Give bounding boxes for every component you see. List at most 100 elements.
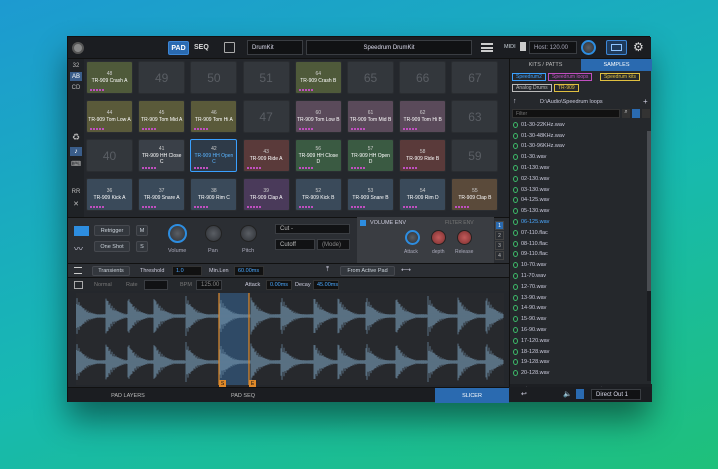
monitor-icon[interactable] xyxy=(606,40,627,55)
attack-field[interactable]: 0.00ms xyxy=(266,280,292,290)
pad-43[interactable]: 43 TR-909 Ride A xyxy=(242,139,290,172)
pad-48[interactable]: 48 TR-909 Crash A xyxy=(86,61,133,94)
min-length-field[interactable]: 60.00ms xyxy=(234,266,264,276)
one-shot-button[interactable]: One Shot xyxy=(94,241,130,252)
file-item[interactable]: 17-120.wav xyxy=(513,337,549,345)
pad-63[interactable]: 63 xyxy=(451,100,499,133)
pad-42[interactable]: 42 TR-909 HH Open C xyxy=(190,139,238,172)
pad-61[interactable]: 61 TR-909 Tom Mid B xyxy=(347,100,394,133)
pad-67[interactable]: 67 xyxy=(451,61,499,94)
volume-env-tab[interactable]: VOLUME ENV xyxy=(370,220,406,226)
preview-button[interactable] xyxy=(576,389,584,399)
favorite-chip[interactable]: Analog Drums xyxy=(512,84,552,92)
env-attack-knob[interactable] xyxy=(405,230,420,245)
kit-name-field[interactable]: DrumKit xyxy=(247,40,303,55)
pad-53[interactable]: 53 TR-909 Snare B xyxy=(347,178,394,211)
pad-color-swatch[interactable] xyxy=(74,226,89,236)
file-item[interactable]: 01-30-22KHz.wav xyxy=(513,121,565,129)
from-active-pad-button[interactable]: From Active Pad xyxy=(340,266,395,276)
file-item[interactable]: 09-110.flac xyxy=(513,251,548,259)
expand-icon[interactable]: ⟷ xyxy=(401,266,411,274)
pad-mode-button[interactable]: PAD xyxy=(168,41,189,55)
tab-samples[interactable]: SAMPLES xyxy=(581,59,652,71)
normal-mode[interactable]: Normal xyxy=(94,282,112,288)
loop-icon[interactable]: ♻ xyxy=(70,132,82,142)
mute-icon[interactable]: ✕ xyxy=(70,199,82,208)
pad-45[interactable]: 45 TR-909 Tom Mid A xyxy=(138,100,186,133)
file-item[interactable]: 02-130.wav xyxy=(513,175,549,183)
pad-56[interactable]: 56 TR-909 HH Close D xyxy=(294,139,342,172)
tab-kits-patterns[interactable]: KITS / PATTS xyxy=(510,59,581,71)
filter-type-select[interactable]: Cut - xyxy=(275,224,350,234)
filter-env-tab[interactable]: FILTER ENV xyxy=(445,220,474,226)
bank-32[interactable]: 32 xyxy=(70,61,82,70)
file-item[interactable]: 11-70.wav xyxy=(513,272,546,280)
file-item[interactable]: 06-125.wav xyxy=(513,218,549,226)
output-select[interactable]: Direct Out 1 xyxy=(591,389,641,400)
favorite-chip[interactable]: Speedrum loops xyxy=(548,73,593,81)
waveform-display[interactable] xyxy=(76,293,504,385)
pad-39[interactable]: 39 TR-909 Clap A xyxy=(242,178,290,211)
file-item[interactable]: 07-110.flac xyxy=(513,229,548,237)
slice-end-marker[interactable]: E xyxy=(249,380,256,387)
file-item[interactable]: 16-90.wav xyxy=(513,326,546,334)
retrigger-button[interactable]: Retrigger xyxy=(94,225,130,236)
favorite-chip[interactable]: TR-909 xyxy=(554,84,579,92)
pad-47[interactable]: 47 xyxy=(242,100,290,133)
bank-ab[interactable]: AB xyxy=(70,72,82,81)
env-depth-knob[interactable] xyxy=(431,230,446,245)
filter-mode-field[interactable]: (Mode) xyxy=(317,239,350,250)
round-robin-label[interactable]: RR xyxy=(70,187,82,196)
pad-37[interactable]: 37 TR-909 Snare A xyxy=(138,178,186,211)
file-list-scrollbar[interactable] xyxy=(647,131,651,381)
layer-2-button[interactable]: 2 xyxy=(495,231,504,240)
slice-start-marker[interactable]: S xyxy=(219,380,226,387)
pad-58[interactable]: 58 TR-909 Ride B xyxy=(399,139,447,172)
pad-38[interactable]: 38 TR-909 Rim C xyxy=(190,178,238,211)
pad-49[interactable]: 49 xyxy=(138,61,186,94)
transients-button[interactable]: Transients xyxy=(92,266,130,276)
pad-66[interactable]: 66 xyxy=(399,61,447,94)
master-volume-knob[interactable] xyxy=(581,40,596,55)
search-icon[interactable]: ⌕ xyxy=(622,109,630,118)
bpm-field[interactable]: 125.00 xyxy=(196,280,222,290)
mute-button[interactable]: M xyxy=(136,225,148,236)
file-item[interactable]: 10-70.wav xyxy=(513,261,546,269)
pad-40[interactable]: 40 xyxy=(86,139,133,172)
bank-cd[interactable]: CD xyxy=(70,83,82,92)
scrollbar-thumb[interactable] xyxy=(647,131,651,291)
file-item[interactable]: 03-130.wav xyxy=(513,186,549,194)
file-item[interactable]: 15-90.wav xyxy=(513,315,546,323)
pad-59[interactable]: 59 xyxy=(451,139,499,172)
file-item[interactable]: 01-30-96KHz.wav xyxy=(513,143,565,151)
settings-gear-icon[interactable]: ⚙ xyxy=(633,41,644,53)
undo-icon[interactable]: ↩ xyxy=(521,390,527,398)
save-icon[interactable] xyxy=(224,42,235,53)
favorite-chip[interactable]: Speedrum2 xyxy=(512,73,546,81)
pan-knob[interactable] xyxy=(205,225,222,242)
decay-field[interactable]: 45.00ms xyxy=(313,280,339,290)
layer-4-button[interactable]: 4 xyxy=(495,251,504,260)
pad-50[interactable]: 50 xyxy=(190,61,238,94)
file-item[interactable]: 12-70.wav xyxy=(513,283,546,291)
slicer-menu-icon[interactable] xyxy=(74,267,82,274)
env-enable-checkbox[interactable] xyxy=(360,220,366,226)
file-item[interactable]: 08-110.flac xyxy=(513,240,548,248)
solo-button[interactable]: S xyxy=(136,241,148,252)
folder-icon[interactable] xyxy=(642,109,650,118)
file-item[interactable]: 01-30.wav xyxy=(513,153,546,161)
pad-55[interactable]: 55 TR-909 Clap B xyxy=(451,178,499,211)
file-item[interactable]: 05-130.wav xyxy=(513,207,549,215)
tab-pad-layers[interactable]: PAD LAYERS xyxy=(68,388,188,403)
file-item[interactable]: 13-90.wav xyxy=(513,294,546,302)
pad-52[interactable]: 52 TR-909 Kick B xyxy=(294,178,342,211)
volume-knob[interactable] xyxy=(168,224,187,243)
file-item[interactable]: 19-128.wav xyxy=(513,359,549,367)
tab-slicer[interactable]: SLICER xyxy=(435,388,509,403)
pad-41[interactable]: 41 TR-909 HH Close C xyxy=(138,139,186,172)
layer-3-button[interactable]: 3 xyxy=(495,241,504,250)
pad-57[interactable]: 57 TR-909 HH Open D xyxy=(347,139,394,172)
file-item[interactable]: 20-128.wav xyxy=(513,369,549,377)
pitch-knob[interactable] xyxy=(240,225,257,242)
parent-folder-icon[interactable]: ↑ xyxy=(513,98,517,105)
